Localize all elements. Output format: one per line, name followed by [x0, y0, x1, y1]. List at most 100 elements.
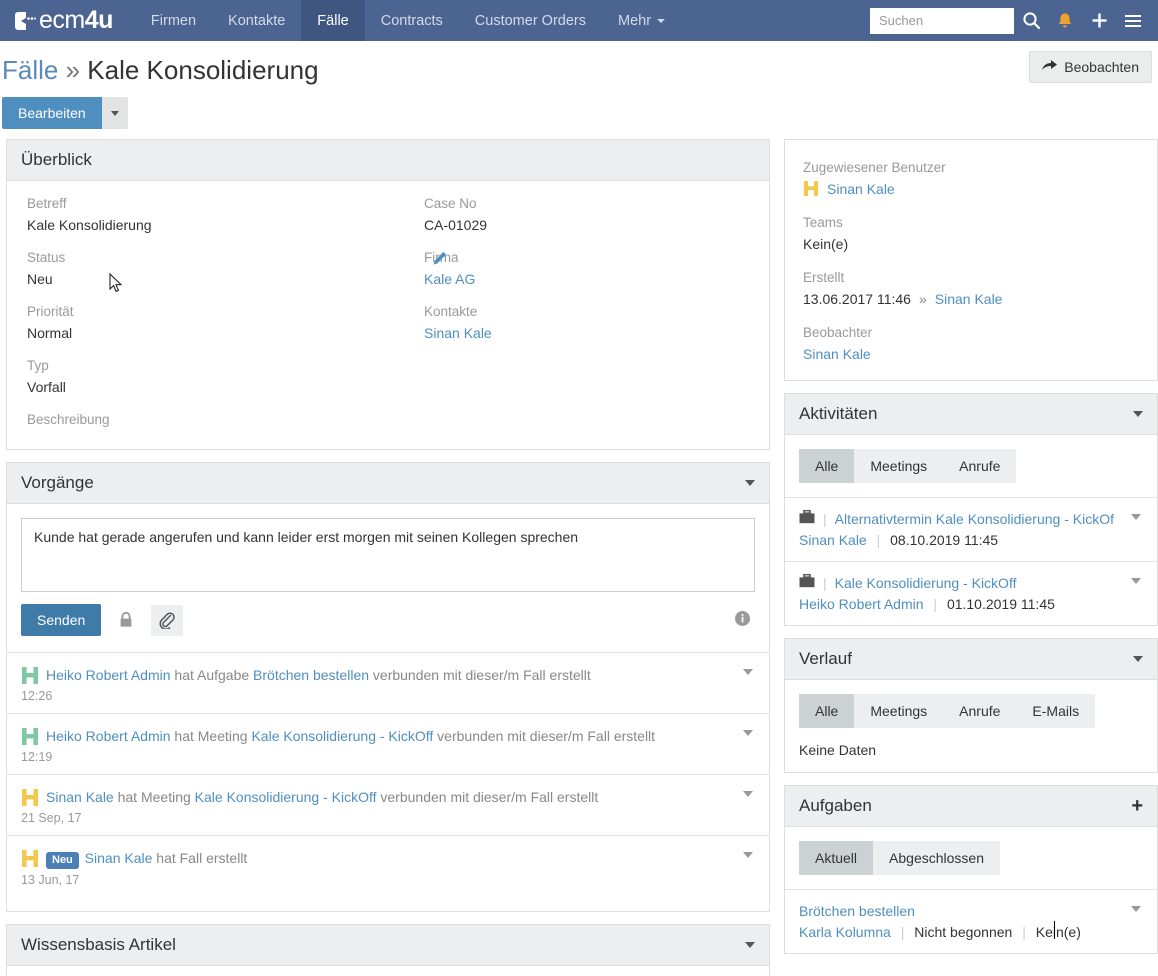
field-value[interactable]: Neu [27, 270, 388, 288]
activity-person-link[interactable]: Heiko Robert Admin [799, 596, 924, 612]
activity-person-link[interactable]: Sinan Kale [799, 532, 867, 548]
processes-panel-title: Vorgänge [21, 473, 94, 492]
lock-icon[interactable] [110, 605, 142, 636]
history-tabs: Alle Meetings Anrufe E-Mails [799, 694, 1096, 728]
chevron-down-icon[interactable] [743, 791, 753, 797]
field-label: Status [27, 250, 66, 265]
info-icon[interactable] [734, 610, 751, 630]
feed-object-link[interactable]: Kale Konsolidierung - KickOff [195, 789, 377, 805]
knowledge-base-panel-body: Keine Daten [7, 966, 769, 976]
chevron-down-icon[interactable] [1133, 656, 1143, 662]
feed-mid: hat Fall erstellt [152, 850, 248, 866]
field-status: Status Neu [27, 249, 388, 293]
compose-textarea[interactable] [21, 518, 755, 592]
feed-item: Heiko Robert Admin hat Aufgabe Brötchen … [7, 652, 769, 713]
empty-state-text: Keine Daten [799, 742, 877, 758]
feed-actor-link[interactable]: Sinan Kale [85, 850, 153, 866]
tab-aktuell[interactable]: Aktuell [799, 841, 874, 875]
pencil-icon[interactable] [432, 251, 447, 269]
app-logo[interactable]: ecm4u [14, 0, 113, 41]
divider: | [876, 532, 881, 548]
record-title: Kale Konsolidierung [87, 55, 319, 85]
knowledge-base-panel: Wissensbasis Artikel Keine Daten [6, 924, 770, 976]
attachment-icon[interactable] [151, 604, 184, 636]
tab-anrufe[interactable]: Anrufe [943, 449, 1016, 483]
activities-list: | Alternativtermin Kale Konsolidierung -… [785, 497, 1157, 625]
field-value-link[interactable]: Sinan Kale [424, 324, 755, 342]
user-avatar-icon [21, 728, 39, 745]
hamburger-icon[interactable] [1116, 0, 1150, 41]
field-value: Sinan Kale [803, 344, 1139, 364]
tab-alle[interactable]: Alle [799, 449, 855, 483]
breadcrumb-parent-link[interactable]: Fälle [2, 55, 58, 85]
page-layout: Überblick Betreff Kale Konsolidierung St… [0, 139, 1158, 976]
chevron-down-icon[interactable] [1131, 906, 1141, 912]
record-info-card: Zugewiesener Benutzer Sinan Kale Teams K… [784, 139, 1158, 381]
activity-item: | Kale Konsolidierung - KickOff Heiko Ro… [785, 561, 1157, 625]
plus-icon[interactable] [1082, 0, 1116, 41]
chevron-down-icon[interactable] [743, 730, 753, 736]
chevron-down-icon[interactable] [1133, 411, 1143, 417]
activity-subject-link[interactable]: Kale Konsolidierung - KickOff [835, 573, 1017, 593]
field-value[interactable]: CA-01029 [424, 216, 755, 234]
chevron-down-icon[interactable] [743, 669, 753, 675]
field-label: Firma [424, 249, 755, 267]
tab-anrufe[interactable]: Anrufe [943, 694, 1016, 728]
nav-item-mehr[interactable]: Mehr [602, 0, 681, 41]
nav-item-firmen[interactable]: Firmen [135, 0, 212, 41]
field-value[interactable]: Kale Konsolidierung [27, 216, 388, 234]
tasks-panel-title: Aufgaben [799, 796, 872, 815]
divider: | [1022, 924, 1026, 940]
tasks-list: Brötchen bestellen Karla Kolumna | Nicht… [785, 889, 1157, 953]
user-avatar-icon [21, 667, 39, 684]
task-assignee-link[interactable]: Karla Kolumna [799, 924, 891, 940]
edit-dropdown-button[interactable] [101, 97, 128, 129]
tab-meetings[interactable]: Meetings [854, 449, 943, 483]
activity-item: | Alternativtermin Kale Konsolidierung -… [785, 497, 1157, 561]
nav-item-faelle[interactable]: Fälle [301, 0, 365, 41]
user-avatar-icon [803, 180, 821, 198]
created-by-link[interactable]: Sinan Kale [935, 289, 1003, 309]
history-panel-title: Verlauf [799, 649, 852, 668]
field-value[interactable]: Vorfall [27, 378, 388, 396]
chevron-down-icon[interactable] [743, 852, 753, 858]
field-value[interactable]: Normal [27, 324, 388, 342]
field-prioritaet: Priorität Normal [27, 303, 388, 342]
activity-feed: Heiko Robert Admin hat Aufgabe Brötchen … [7, 652, 769, 897]
feed-actor-link[interactable]: Sinan Kale [46, 789, 114, 805]
user-avatar-icon [21, 850, 39, 867]
record-actions: Bearbeiten [2, 97, 1158, 129]
nav-item-customer-orders[interactable]: Customer Orders [459, 0, 602, 41]
search-icon[interactable] [1014, 0, 1048, 41]
bell-icon[interactable] [1048, 0, 1082, 41]
field-value-link[interactable]: Kale AG [424, 270, 755, 288]
plus-icon[interactable]: + [1131, 796, 1143, 816]
assigned-user-link[interactable]: Sinan Kale [827, 179, 895, 199]
activity-subject-link[interactable]: Alternativtermin Kale Konsolidierung - K… [835, 509, 1114, 529]
logo-mark-icon [14, 10, 36, 32]
field-typ: Typ Vorfall [27, 357, 388, 396]
feed-actor-link[interactable]: Heiko Robert Admin [46, 728, 171, 744]
watch-button-label: Beobachten [1064, 59, 1139, 75]
nav-item-kontakte[interactable]: Kontakte [212, 0, 301, 41]
task-subject-link[interactable]: Brötchen bestellen [799, 901, 915, 921]
tab-abgeschlossen[interactable]: Abgeschlossen [873, 841, 1000, 875]
nav-item-contracts[interactable]: Contracts [365, 0, 459, 41]
feed-object-link[interactable]: Brötchen bestellen [253, 667, 369, 683]
chevron-down-icon[interactable] [1131, 578, 1141, 584]
tab-meetings[interactable]: Meetings [854, 694, 943, 728]
feed-actor-link[interactable]: Heiko Robert Admin [46, 667, 171, 683]
send-button[interactable]: Senden [21, 604, 102, 636]
edit-button[interactable]: Bearbeiten [2, 97, 102, 129]
chevron-down-icon[interactable] [745, 480, 755, 486]
tab-emails[interactable]: E-Mails [1016, 694, 1095, 728]
field-kontakte: Kontakte Sinan Kale [424, 303, 755, 342]
watch-button[interactable]: Beobachten [1029, 51, 1152, 83]
search-input[interactable] [870, 7, 1014, 34]
feed-tail: verbunden mit dieser/m Fall erstellt [369, 667, 591, 683]
chevron-down-icon[interactable] [1131, 514, 1141, 520]
watcher-link[interactable]: Sinan Kale [803, 344, 871, 364]
tab-alle[interactable]: Alle [799, 694, 855, 728]
chevron-down-icon[interactable] [745, 942, 755, 948]
feed-object-link[interactable]: Kale Konsolidierung - KickOff [251, 728, 433, 744]
